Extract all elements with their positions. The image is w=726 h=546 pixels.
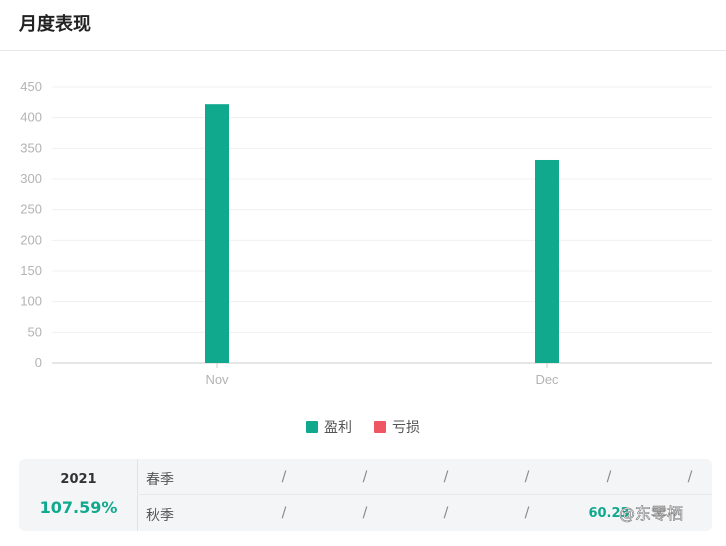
legend-swatch-profit xyxy=(306,421,318,433)
season-label: 秋季 xyxy=(146,508,174,524)
legend-label-profit: 盈利 xyxy=(324,420,352,436)
season-cell: / xyxy=(443,469,449,485)
season-cell: / xyxy=(362,469,368,485)
x-tick-label: Dec xyxy=(535,372,559,387)
y-tick-label: 200 xyxy=(20,232,42,247)
year-block: 2021 107.59% xyxy=(19,459,138,531)
chart-legend: 盈利 亏损 xyxy=(0,416,726,438)
monthly-bar-chart: 0 50 100 150 200 250 300 350 400 450 Nov Dec xyxy=(20,79,712,387)
y-tick-label: 250 xyxy=(20,202,42,217)
legend-item-loss[interactable]: 亏损 xyxy=(374,417,420,437)
season-label: 春季 xyxy=(146,472,174,488)
legend-item-profit[interactable]: 盈利 xyxy=(306,417,352,437)
season-cell: / xyxy=(281,505,287,521)
y-tick-label: 450 xyxy=(20,79,42,94)
y-tick-label: 50 xyxy=(28,324,42,339)
legend-label-loss: 亏损 xyxy=(392,420,420,436)
y-tick-label: 150 xyxy=(20,263,42,278)
bar-layer xyxy=(205,104,559,363)
bar-dec-s0 xyxy=(535,159,559,363)
y-tick-label: 300 xyxy=(20,171,42,186)
page-title: 月度表现 xyxy=(19,14,91,35)
season-cell: / xyxy=(606,469,612,485)
page-header: 月度表现 xyxy=(0,0,726,51)
legend-swatch-loss xyxy=(374,421,386,433)
y-tick-label: 100 xyxy=(20,294,42,309)
season-cell: / xyxy=(687,469,693,485)
grid-layer xyxy=(52,86,712,333)
season-row-spring: 春季 / / / / / / xyxy=(139,459,712,495)
y-tick-label: 350 xyxy=(20,140,42,155)
y-tick-label: 400 xyxy=(20,110,42,125)
x-tick-label: Nov xyxy=(205,372,229,387)
year-return: 107.59% xyxy=(39,498,118,517)
season-cell: / xyxy=(524,505,530,521)
season-cell: / xyxy=(281,469,287,485)
year-label: 2021 xyxy=(60,472,97,487)
season-cell: / xyxy=(362,505,368,521)
seasonal-summary-table: 2021 107.59% 春季 / / / / / / 秋季 / / / / 6… xyxy=(19,459,712,531)
watermark: @东零栖 xyxy=(619,504,684,524)
season-cell: / xyxy=(443,505,449,521)
y-tick-label: 0 xyxy=(35,355,42,370)
axis-layer: 0 50 100 150 200 250 300 350 400 450 Nov Dec xyxy=(20,79,712,387)
season-cell: / xyxy=(524,469,530,485)
bar-nov-s0 xyxy=(205,104,229,363)
